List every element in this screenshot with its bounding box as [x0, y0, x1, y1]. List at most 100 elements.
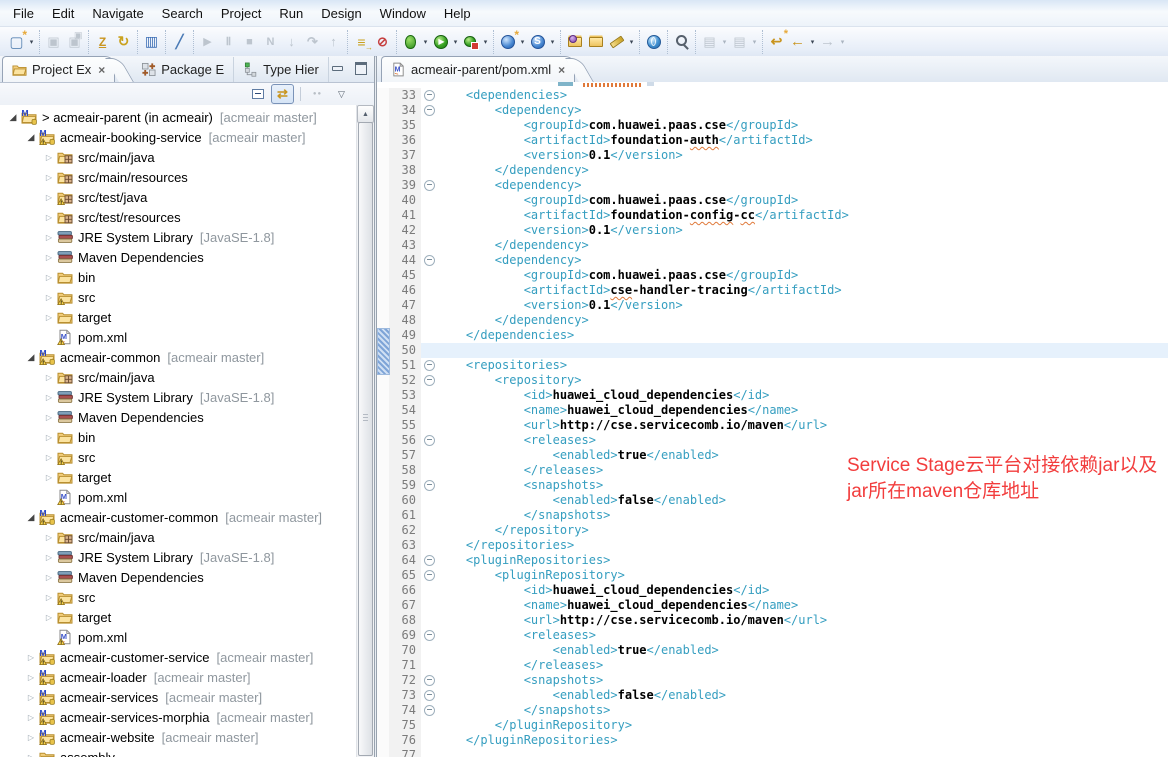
- last-edit-location-icon[interactable]: [767, 32, 786, 51]
- marker-bar-cell[interactable]: [377, 508, 389, 523]
- expand-arrow-icon[interactable]: ▷: [42, 253, 56, 262]
- refresh-icon[interactable]: [114, 32, 133, 51]
- annotate-dropdown[interactable]: ▾: [627, 38, 636, 46]
- marker-bar-cell[interactable]: [377, 268, 389, 283]
- collapse-arrow-icon[interactable]: ◢: [24, 512, 38, 523]
- tree-item[interactable]: ▷acmeair-customer-service[acmeair master…: [0, 647, 357, 667]
- line-number[interactable]: 45: [389, 268, 421, 283]
- view-menu-icon[interactable]: ▽: [331, 85, 352, 103]
- line-number[interactable]: 74: [389, 703, 421, 718]
- marker-bar-cell[interactable]: [377, 403, 389, 418]
- marker-bar-cell[interactable]: [377, 748, 389, 757]
- line-number[interactable]: 37: [389, 148, 421, 163]
- annotate-icon[interactable]: [607, 32, 626, 51]
- code-text[interactable]: <repositories>: [437, 358, 1168, 373]
- line-number[interactable]: 36: [389, 133, 421, 148]
- marker-bar-cell[interactable]: [377, 538, 389, 553]
- line-number[interactable]: 47: [389, 298, 421, 313]
- maximize-view-button[interactable]: [353, 61, 368, 75]
- tree-item[interactable]: ▷src: [0, 287, 357, 307]
- menu-window[interactable]: Window: [371, 3, 435, 24]
- code-text[interactable]: <dependency>: [437, 253, 1168, 268]
- marker-bar-cell[interactable]: [377, 658, 389, 673]
- marker-bar-cell[interactable]: [377, 433, 389, 448]
- line-number[interactable]: 76: [389, 733, 421, 748]
- tree-item[interactable]: ◢> acmeair-parent (in acmeair)[acmeair m…: [0, 107, 357, 127]
- tree-item[interactable]: ▷target: [0, 307, 357, 327]
- expand-arrow-icon[interactable]: ▷: [42, 193, 56, 202]
- scroll-up-button[interactable]: ▲: [357, 105, 374, 123]
- code-text[interactable]: <enabled>true</enabled>: [437, 643, 1168, 658]
- marker-bar-cell[interactable]: [377, 148, 389, 163]
- marker-bar-cell[interactable]: [377, 373, 389, 388]
- tree-item[interactable]: ▷acmeair-services-morphia[acmeair master…: [0, 707, 357, 727]
- mark-occurrences-icon[interactable]: [170, 32, 189, 51]
- expand-arrow-icon[interactable]: ▷: [42, 233, 56, 242]
- fold-marker[interactable]: [424, 90, 435, 101]
- tree-item[interactable]: ▷assembly: [0, 747, 357, 757]
- line-number[interactable]: 73: [389, 688, 421, 703]
- open-console-icon[interactable]: [142, 32, 161, 51]
- expand-arrow-icon[interactable]: ▷: [42, 453, 56, 462]
- line-number[interactable]: 35: [389, 118, 421, 133]
- line-number[interactable]: 46: [389, 283, 421, 298]
- tree-item[interactable]: ▷src: [0, 447, 357, 467]
- line-number[interactable]: 67: [389, 598, 421, 613]
- marker-bar-cell[interactable]: [377, 628, 389, 643]
- tree-item[interactable]: ▷target: [0, 607, 357, 627]
- collapse-all-icon[interactable]: [247, 85, 268, 103]
- marker-bar-cell[interactable]: [377, 718, 389, 733]
- marker-bar-cell[interactable]: [377, 223, 389, 238]
- focus-on-active-task-icon[interactable]: ●●: [307, 85, 328, 103]
- expand-arrow-icon[interactable]: ▷: [42, 153, 56, 162]
- marker-bar-cell[interactable]: [377, 418, 389, 433]
- expand-arrow-icon[interactable]: ▷: [42, 533, 56, 542]
- expand-arrow-icon[interactable]: ▷: [24, 753, 38, 757]
- code-text[interactable]: <url>http://cse.servicecomb.io/maven</ur…: [437, 613, 1168, 628]
- tree-item[interactable]: ▷acmeair-loader[acmeair master]: [0, 667, 357, 687]
- marker-bar-cell[interactable]: [377, 493, 389, 508]
- code-text[interactable]: <id>huawei_cloud_dependencies</id>: [437, 583, 1168, 598]
- code-text[interactable]: <artifactId>foundation-auth</artifactId>: [437, 133, 1168, 148]
- next-annotation-dropdown[interactable]: ▾: [720, 38, 729, 46]
- marker-bar-cell[interactable]: [377, 688, 389, 703]
- menu-navigate[interactable]: Navigate: [83, 3, 152, 24]
- marker-bar-cell[interactable]: [377, 238, 389, 253]
- tree-item[interactable]: ▷Maven Dependencies: [0, 407, 357, 427]
- tree-item[interactable]: ◢acmeair-customer-common[acmeair master]: [0, 507, 357, 527]
- show-launch-config-icon[interactable]: [352, 32, 371, 51]
- code-text[interactable]: <dependency>: [437, 178, 1168, 193]
- menu-design[interactable]: Design: [312, 3, 370, 24]
- line-number[interactable]: 44: [389, 253, 421, 268]
- code-text[interactable]: <groupId>com.huawei.paas.cse</groupId>: [437, 268, 1168, 283]
- line-number[interactable]: 69: [389, 628, 421, 643]
- marker-bar-cell[interactable]: [377, 298, 389, 313]
- close-icon[interactable]: ×: [558, 63, 565, 77]
- tree-item[interactable]: ▷bin: [0, 267, 357, 287]
- tree-item[interactable]: pom.xml: [0, 327, 357, 347]
- marker-bar-cell[interactable]: [377, 523, 389, 538]
- marker-bar-cell[interactable]: [377, 553, 389, 568]
- tree-scrollbar[interactable]: ▲: [356, 105, 374, 757]
- run-external-tools-icon[interactable]: [461, 32, 480, 51]
- link-with-editor-icon[interactable]: ⇄: [271, 84, 294, 104]
- code-text[interactable]: </releases>: [437, 658, 1168, 673]
- line-number[interactable]: 51: [389, 358, 421, 373]
- tree-item[interactable]: ▷acmeair-website[acmeair master]: [0, 727, 357, 747]
- code-text[interactable]: [437, 748, 1168, 757]
- line-number[interactable]: 48: [389, 313, 421, 328]
- line-number[interactable]: 42: [389, 223, 421, 238]
- expand-arrow-icon[interactable]: ▷: [42, 553, 56, 562]
- menu-run[interactable]: Run: [270, 3, 312, 24]
- fold-marker[interactable]: [424, 360, 435, 371]
- line-number[interactable]: 59: [389, 478, 421, 493]
- tree-item[interactable]: ▷src/main/resources: [0, 167, 357, 187]
- tree-item[interactable]: ▷src/test/java: [0, 187, 357, 207]
- code-text[interactable]: <pluginRepositories>: [437, 553, 1168, 568]
- tab-project-explorer[interactable]: Project Ex ×: [2, 56, 115, 82]
- code-text[interactable]: <version>0.1</version>: [437, 148, 1168, 163]
- line-number[interactable]: 38: [389, 163, 421, 178]
- code-text[interactable]: <dependencies>: [437, 88, 1168, 103]
- expand-arrow-icon[interactable]: ▷: [42, 573, 56, 582]
- marker-bar-cell[interactable]: [377, 118, 389, 133]
